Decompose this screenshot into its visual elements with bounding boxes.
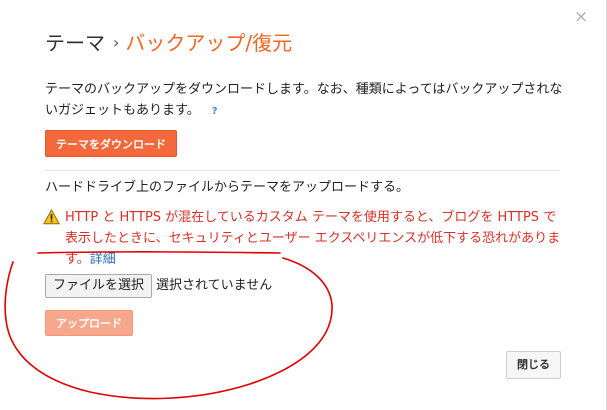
- help-icon[interactable]: ?: [208, 105, 222, 119]
- breadcrumb-separator-icon: ›: [113, 33, 120, 52]
- breadcrumb-theme[interactable]: テーマ: [45, 31, 105, 55]
- warning-triangle-icon: [43, 209, 60, 225]
- backup-restore-dialog: × テーマ › バックアップ/復元 テーマのバックアップをダウンロードします。なお、…: [0, 0, 607, 410]
- warning-text: HTTP と HTTPS が混在しているカスタム テーマを使用すると、ブログを …: [65, 210, 561, 267]
- download-theme-button[interactable]: テーマをダウンロード: [45, 130, 177, 157]
- close-button[interactable]: 閉じる: [506, 351, 561, 379]
- red-annotation-overlay: [4, 251, 333, 400]
- learn-more-link[interactable]: 詳細: [90, 252, 116, 267]
- backup-description-text: テーマのバックアップをダウンロードします。なお、種類によってはバックアップされな…: [45, 82, 563, 118]
- upload-button[interactable]: アップロード: [45, 310, 133, 336]
- page-title: バックアップ/復元: [125, 31, 293, 55]
- breadcrumb: テーマ › バックアップ/復元: [45, 30, 292, 58]
- mixed-content-warning: HTTP と HTTPS が混在しているカスタム テーマを使用すると、ブログを …: [43, 207, 563, 270]
- backup-description: テーマのバックアップをダウンロードします。なお、種類によってはバックアップされな…: [45, 79, 565, 121]
- section-divider: [45, 170, 560, 171]
- choose-file-button[interactable]: ファイルを選択: [45, 274, 153, 298]
- file-status-text: 選択されていません: [156, 278, 273, 293]
- file-input-row: ファイルを選択 選択されていません: [45, 274, 272, 298]
- upload-description: ハードドライブ上のファイルからテーマをアップロードする。: [45, 180, 410, 195]
- close-icon[interactable]: ×: [574, 9, 588, 26]
